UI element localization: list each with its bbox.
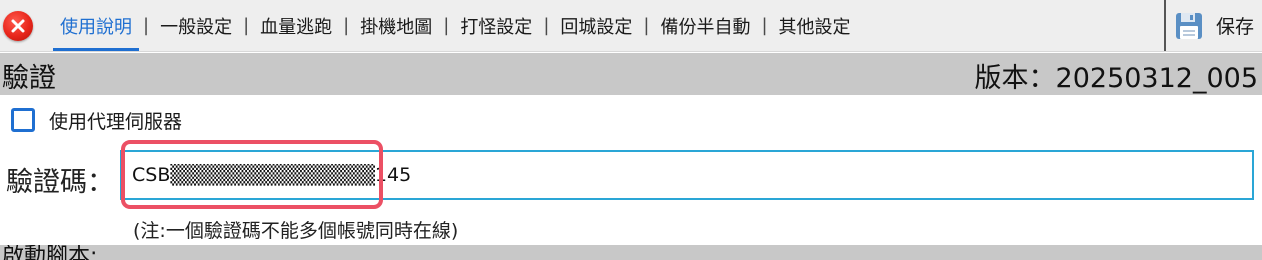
app-window: 使用說明 | 一般設定 | 血量逃跑 | 掛機地圖 | 打怪設定 | 回城設定 … <box>0 0 1262 260</box>
verification-code-note: (注:一個驗證碼不能多個帳號同時在線) <box>133 220 459 242</box>
close-icon[interactable] <box>3 11 33 41</box>
tab-other-settings[interactable]: 其他設定 <box>772 0 858 51</box>
tab-bar: 使用說明 | 一般設定 | 血量逃跑 | 掛機地圖 | 打怪設定 | 回城設定 … <box>0 0 1262 52</box>
tab-separator: | <box>343 15 350 36</box>
tab-general-settings[interactable]: 一般設定 <box>153 0 239 51</box>
proxy-checkbox[interactable] <box>11 108 35 132</box>
section-title: 驗證 <box>2 63 56 94</box>
tab-combat-settings[interactable]: 打怪設定 <box>453 0 539 51</box>
tab-idle-map[interactable]: 掛機地圖 <box>353 0 439 51</box>
save-label: 保存 <box>1216 16 1255 38</box>
tab-separator: | <box>543 15 550 36</box>
tab-separator: | <box>443 15 450 36</box>
tab-separator: | <box>243 15 250 36</box>
verification-code-input[interactable] <box>120 150 1254 200</box>
tab-separator: | <box>761 15 768 36</box>
save-button[interactable]: 保存 <box>1164 0 1262 51</box>
verification-code-label: 驗證碼： <box>6 167 114 198</box>
proxy-checkbox-label: 使用代理伺服器 <box>49 110 183 133</box>
version-label: 版本：20250312_005 <box>974 63 1258 94</box>
floppy-disk-icon <box>1176 12 1202 39</box>
tab-list: 使用說明 | 一般設定 | 血量逃跑 | 掛機地圖 | 打怪設定 | 回城設定 … <box>53 0 858 51</box>
proxy-option[interactable]: 使用代理伺服器 <box>11 107 182 133</box>
tab-separator: | <box>643 15 650 36</box>
verification-section-header: 驗證 版本：20250312_005 <box>0 53 1262 95</box>
tab-usage-guide[interactable]: 使用說明 <box>53 0 139 51</box>
tab-return-town-settings[interactable]: 回城設定 <box>553 0 639 51</box>
startup-script-section-header: 啟動腳本: <box>0 245 1262 260</box>
startup-script-label: 啟動腳本: <box>2 245 98 260</box>
tab-separator: | <box>143 15 150 36</box>
tab-hp-escape[interactable]: 血量逃跑 <box>253 0 339 51</box>
tab-backup-semi-auto[interactable]: 備份半自動 <box>653 0 757 51</box>
